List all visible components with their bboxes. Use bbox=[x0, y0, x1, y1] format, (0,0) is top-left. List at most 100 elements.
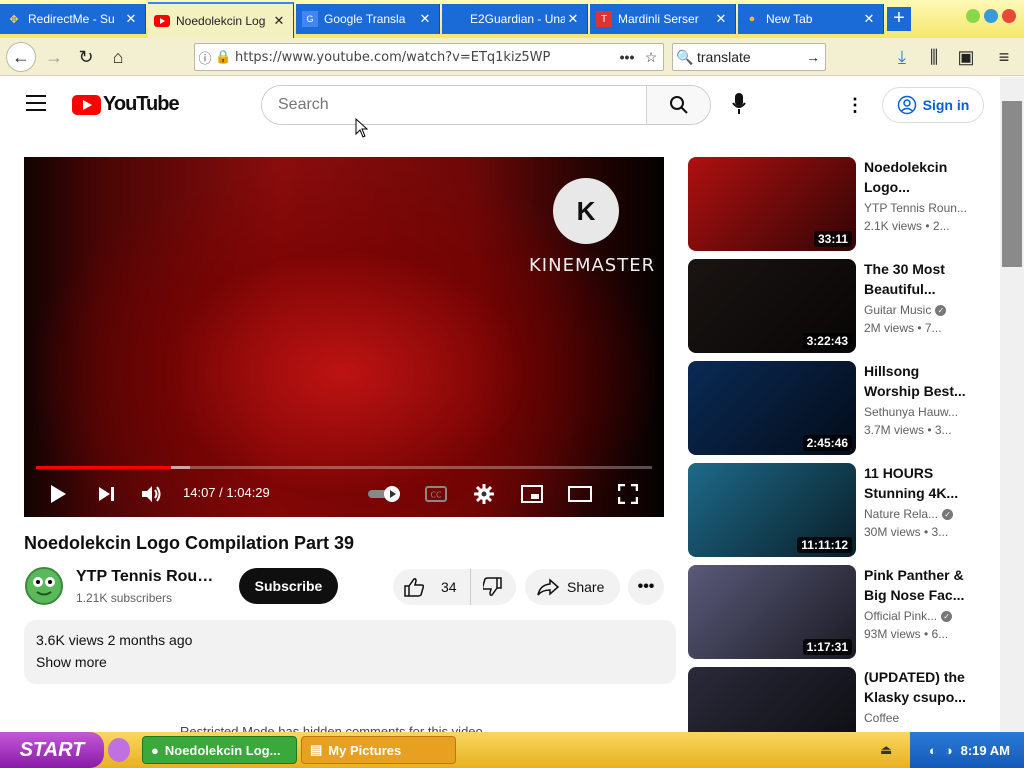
recommendation-card[interactable]: 2:45:46 Hillsong Worship Best... Sethunya … bbox=[688, 361, 978, 455]
url-text[interactable]: https://www.youtube.com/watch?v=ETq1kiz5… bbox=[231, 50, 615, 65]
youtube-header: YouTube ⋮ Sign in bbox=[0, 77, 1000, 133]
autoplay-toggle[interactable] bbox=[367, 483, 403, 505]
recommendation-thumbnail[interactable]: 2:45:46 bbox=[688, 361, 856, 455]
recommendation-card[interactable]: 33:11 Noedolekcin Logo... YTP Tennis Roun.… bbox=[688, 157, 978, 251]
recommendation-card[interactable]: 1:17:31 Pink Panther & Big Nose Fac... Off… bbox=[688, 565, 978, 659]
comments-restricted-text: Restricted Mode has hidden comments for … bbox=[180, 724, 487, 732]
info-icon[interactable]: ⓘ bbox=[195, 48, 215, 67]
recommendation-thumbnail[interactable]: 11:11:12 bbox=[688, 463, 856, 557]
channel-name[interactable]: YTP Tennis Roun... bbox=[76, 568, 216, 586]
tray-volume-icon[interactable]: ◑ bbox=[945, 743, 953, 758]
recommendation-channel[interactable]: Official Pink... ✓ bbox=[864, 609, 968, 623]
like-button[interactable]: 34 bbox=[393, 569, 471, 605]
youtube-wordmark: YouTube bbox=[103, 93, 180, 115]
menu-button[interactable]: ≡ bbox=[990, 44, 1018, 70]
close-icon[interactable]: ✕ bbox=[271, 13, 287, 29]
browser-nav-bar: ← → ↻ ⌂ ⓘ 🔒 https://www.youtube.com/watc… bbox=[0, 38, 1024, 76]
start-button[interactable]: START bbox=[0, 732, 104, 768]
minimize-button[interactable] bbox=[966, 9, 980, 23]
youtube-search-box[interactable] bbox=[261, 85, 711, 125]
youtube-logo[interactable]: YouTube bbox=[72, 93, 180, 116]
tab-redirectme[interactable]: ✥ RedirectMe - Su ✕ bbox=[0, 4, 146, 34]
recommendation-channel[interactable]: Sethunya Hauw... bbox=[864, 405, 968, 419]
home-button[interactable]: ⌂ bbox=[104, 44, 132, 70]
maximize-button[interactable] bbox=[984, 9, 998, 23]
forward-button[interactable]: → bbox=[40, 44, 68, 70]
new-tab-button[interactable]: + bbox=[887, 7, 911, 31]
search-bar[interactable]: 🔍 translate → bbox=[672, 43, 826, 71]
dislike-button[interactable] bbox=[471, 569, 515, 605]
tab-title: Mardinli Serser bbox=[618, 12, 699, 26]
sidebar-button[interactable]: ▣ bbox=[952, 44, 980, 70]
library-button[interactable]: ⫼ bbox=[920, 44, 948, 70]
more-actions-button[interactable]: ••• bbox=[628, 569, 664, 605]
captions-button[interactable]: CC bbox=[424, 483, 448, 505]
tab-mardinli[interactable]: T Mardinli Serser ✕ bbox=[590, 4, 736, 34]
recommendation-title[interactable]: The 30 Most Beautiful... bbox=[864, 259, 968, 299]
guide-menu-icon[interactable] bbox=[26, 95, 46, 111]
channel-avatar[interactable] bbox=[25, 567, 63, 605]
recommendation-channel[interactable]: YTP Tennis Roun... bbox=[864, 201, 968, 215]
close-icon[interactable]: ✕ bbox=[565, 11, 581, 27]
close-icon[interactable]: ✕ bbox=[417, 11, 433, 27]
close-icon[interactable]: ✕ bbox=[861, 11, 877, 27]
recommendation-channel[interactable]: Nature Rela... ✓ bbox=[864, 507, 968, 521]
tab-e2guardian[interactable]: E2Guardian - Unab ✕ bbox=[442, 4, 588, 34]
window-close-button[interactable] bbox=[1002, 9, 1016, 23]
recommendation-title[interactable]: Pink Panther & Big Nose Fac... bbox=[864, 565, 968, 605]
theater-mode-button[interactable] bbox=[568, 483, 592, 505]
quick-launch-icon[interactable] bbox=[108, 738, 130, 762]
recommendation-title[interactable]: 11 HOURS Stunning 4K... bbox=[864, 463, 968, 503]
recommendation-channel[interactable]: Coffee bbox=[864, 711, 968, 725]
search-bar-value[interactable]: translate bbox=[697, 49, 801, 65]
play-button[interactable] bbox=[46, 483, 70, 505]
taskbar-task-browser[interactable]: ● Noedolekcin Log... bbox=[142, 736, 297, 764]
tab-youtube-active[interactable]: Noedolekcin Log ✕ bbox=[148, 2, 294, 38]
recommendation-thumbnail[interactable]: 1:17:31 bbox=[688, 565, 856, 659]
volume-icon bbox=[142, 486, 161, 502]
tray-network-icon[interactable]: ◐ bbox=[929, 743, 937, 758]
recommendation-channel-name: Nature Rela... bbox=[864, 507, 939, 521]
youtube-play-logo-icon bbox=[72, 94, 101, 115]
recommendation-thumbnail[interactable]: 3:22:43 bbox=[688, 259, 856, 353]
tab-new-tab[interactable]: ● New Tab ✕ bbox=[738, 4, 884, 34]
progress-bar[interactable] bbox=[36, 466, 652, 469]
recommendation-title[interactable]: Noedolekcin Logo... bbox=[864, 157, 968, 197]
bookmark-star-icon[interactable]: ☆ bbox=[639, 49, 663, 66]
recommendation-thumbnail[interactable]: 33:11 bbox=[688, 157, 856, 251]
recommendation-channel[interactable]: Guitar Music ✓ bbox=[864, 303, 968, 317]
page-actions-icon[interactable]: ••• bbox=[615, 49, 639, 65]
lock-icon: 🔒 bbox=[215, 49, 232, 64]
page-scrollbar[interactable] bbox=[1000, 77, 1024, 732]
back-button[interactable]: ← bbox=[6, 42, 36, 72]
next-button[interactable] bbox=[94, 483, 118, 505]
close-icon[interactable]: ✕ bbox=[713, 11, 729, 27]
tray-usb-icon[interactable]: ⏏ bbox=[880, 742, 892, 758]
url-bar[interactable]: ⓘ 🔒 https://www.youtube.com/watch?v=ETq1… bbox=[194, 43, 664, 71]
go-arrow-icon[interactable]: → bbox=[801, 49, 825, 65]
recommendation-title[interactable]: Hillsong Worship Best... bbox=[864, 361, 968, 401]
recommendation-title[interactable]: (UPDATED) the Klasky csupo... bbox=[864, 667, 968, 707]
scrollbar-thumb[interactable] bbox=[1002, 101, 1022, 267]
show-more-link[interactable]: Show more bbox=[36, 654, 664, 670]
recommendation-card[interactable]: 3:22:43 The 30 Most Beautiful... Guitar Mu… bbox=[688, 259, 978, 353]
subscribe-button[interactable]: Subscribe bbox=[239, 568, 338, 604]
tab-google-translate[interactable]: G Google Transla ✕ bbox=[296, 4, 440, 34]
description-box[interactable]: 3.6K views 2 months ago Show more bbox=[24, 620, 676, 684]
close-icon[interactable]: ✕ bbox=[123, 11, 139, 27]
fullscreen-button[interactable] bbox=[616, 483, 640, 505]
settings-kebab-icon[interactable]: ⋮ bbox=[846, 93, 864, 117]
miniplayer-button[interactable] bbox=[520, 483, 544, 505]
search-button[interactable] bbox=[646, 86, 710, 124]
voice-search-button[interactable] bbox=[728, 93, 750, 117]
sign-in-button[interactable]: Sign in bbox=[882, 87, 984, 123]
share-button[interactable]: Share bbox=[525, 569, 620, 605]
taskbar-task-my-pictures[interactable]: ▤ My Pictures bbox=[301, 736, 456, 764]
video-player[interactable]: K KINEMASTER 14:07 / 1:04:29 CC bbox=[24, 157, 664, 517]
search-input[interactable] bbox=[262, 86, 646, 124]
volume-button[interactable] bbox=[140, 483, 164, 505]
settings-button[interactable] bbox=[472, 483, 496, 505]
reload-button[interactable]: ↻ bbox=[72, 44, 100, 70]
downloads-button[interactable]: ⤓ bbox=[888, 44, 916, 70]
recommendation-card[interactable]: 11:11:12 11 HOURS Stunning 4K... Nature Re… bbox=[688, 463, 978, 557]
